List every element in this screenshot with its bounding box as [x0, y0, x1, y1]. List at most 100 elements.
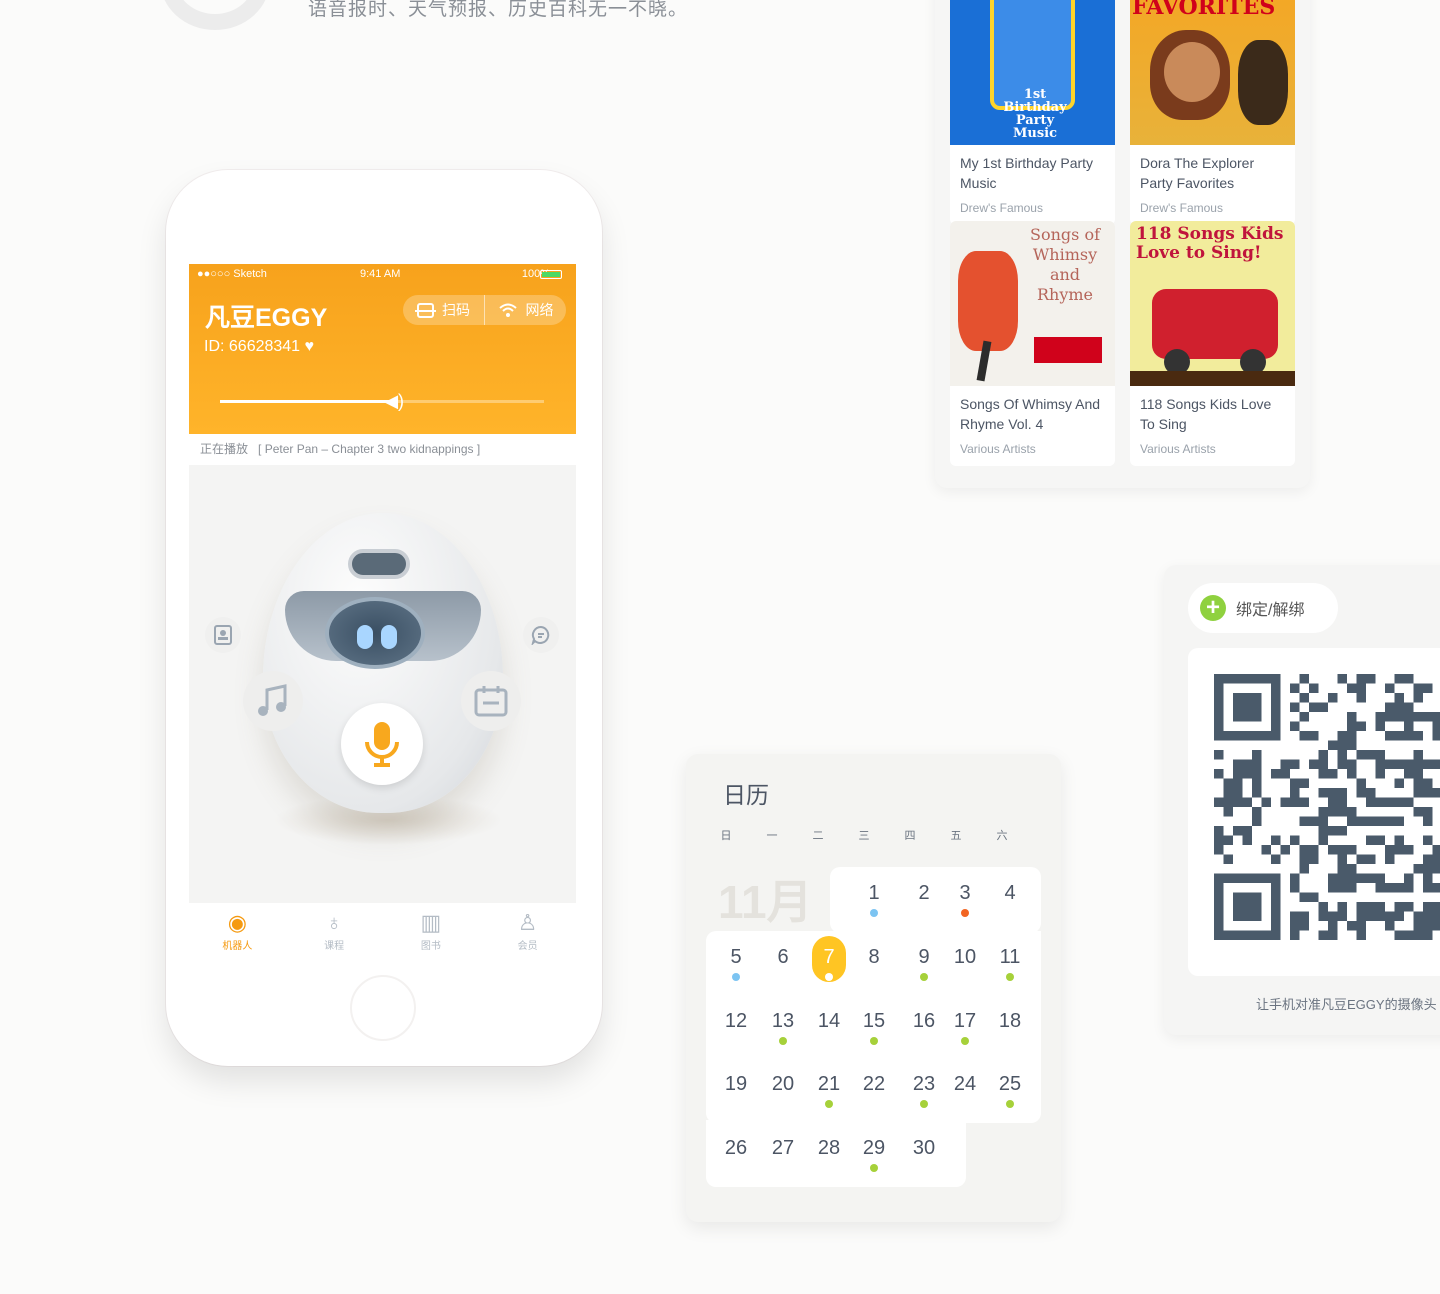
qr-hint: 让手机对准凡豆EGGY的摄像头: [1256, 997, 1437, 1012]
album-card[interactable]: 1st Birthday Party Music My 1st Birthday…: [950, 0, 1115, 225]
qr-module: [1309, 683, 1319, 693]
qr-module: [1290, 930, 1300, 940]
calendar-day[interactable]: 11: [990, 946, 1030, 969]
qr-module: [1356, 674, 1366, 684]
calendar-day[interactable]: 3: [945, 882, 985, 905]
calendar-day[interactable]: 4: [990, 882, 1030, 905]
qr-module: [1385, 712, 1395, 722]
qr-module: [1299, 712, 1309, 722]
qr-module: [1413, 930, 1423, 940]
qr-module: [1366, 902, 1376, 912]
chat-button[interactable]: [523, 617, 559, 653]
qr-module: [1375, 835, 1385, 845]
calendar-day[interactable]: 1: [854, 882, 894, 905]
calendar-day[interactable]: 14: [809, 1010, 849, 1033]
volume-icon[interactable]: ◀): [384, 390, 406, 412]
album-card[interactable]: FAVORITES Dora The Explorer Party Favori…: [1130, 0, 1295, 225]
calendar-day[interactable]: 10: [945, 946, 985, 969]
contacts-button[interactable]: [205, 617, 241, 653]
qr-module: [1432, 902, 1440, 912]
device-id[interactable]: ID: 66628341 ♥: [204, 338, 314, 356]
event-dot: [870, 1164, 878, 1172]
calendar-day[interactable]: 19: [716, 1073, 756, 1096]
qr-module: [1252, 769, 1262, 779]
event-dot: [825, 1100, 833, 1108]
calendar-day[interactable]: 26: [716, 1137, 756, 1160]
volume-slider[interactable]: ◀): [220, 391, 544, 411]
bind-button[interactable]: + 绑定/解绑: [1188, 583, 1338, 633]
qr-module: [1290, 759, 1300, 769]
calendar-day[interactable]: 25: [990, 1073, 1030, 1096]
qr-module: [1356, 721, 1366, 731]
album-card[interactable]: 118 Songs Kids Love to Sing! 118 Songs K…: [1130, 221, 1295, 466]
qr-module: [1356, 902, 1366, 912]
calendar-day[interactable]: 17: [945, 1010, 985, 1033]
calendar-button[interactable]: [461, 671, 521, 731]
qr-module: [1394, 693, 1404, 703]
now-playing-track: [ Peter Pan – Chapter 3 two kidnappings …: [258, 442, 481, 456]
bind-label: 绑定/解绑: [1236, 602, 1305, 619]
qr-module: [1233, 759, 1243, 769]
calendar-day[interactable]: 18: [990, 1010, 1030, 1033]
calendar-day[interactable]: 21: [809, 1073, 849, 1096]
tab-robot[interactable]: ◉ 机器人: [189, 903, 286, 964]
calendar-day[interactable]: 13: [763, 1010, 803, 1033]
qr-module: [1413, 788, 1423, 798]
music-button[interactable]: [243, 671, 303, 731]
calendar-day[interactable]: 2: [904, 882, 944, 905]
qr-module: [1394, 883, 1404, 893]
calendar-day[interactable]: 7: [809, 946, 849, 969]
calendar-day[interactable]: 6: [763, 946, 803, 969]
calendar-day[interactable]: 8: [854, 946, 894, 969]
calendar-day[interactable]: 9: [904, 946, 944, 969]
calendar-day[interactable]: 24: [945, 1073, 985, 1096]
qr-module: [1223, 835, 1233, 845]
tab-courses[interactable]: ♁ 课程: [286, 903, 383, 964]
now-playing-bar[interactable]: 正在播放 [ Peter Pan – Chapter 3 two kidnapp…: [189, 434, 576, 464]
qr-module: [1394, 702, 1404, 712]
qr-module: [1356, 911, 1366, 921]
qr-module: [1328, 826, 1338, 836]
album-title: Dora The Explorer Party Favorites: [1140, 155, 1255, 191]
calendar-day[interactable]: 5: [716, 946, 756, 969]
calendar-day[interactable]: 20: [763, 1073, 803, 1096]
qr-module: [1404, 702, 1414, 712]
qr-module: [1423, 788, 1433, 798]
tab-member[interactable]: ♙ 会员: [479, 903, 576, 964]
qr-module: [1413, 921, 1423, 931]
album-panel: 1st Birthday Party Music My 1st Birthday…: [935, 0, 1310, 488]
qr-module: [1252, 816, 1262, 826]
calendar-day[interactable]: 27: [763, 1137, 803, 1160]
qr-module: [1423, 854, 1433, 864]
carrier-label: ●●○○○ Sketch: [197, 268, 267, 280]
qr-module: [1375, 721, 1385, 731]
album-card[interactable]: Songs of Whimsy and Rhyme Songs Of Whims…: [950, 221, 1115, 466]
qr-module: [1394, 902, 1404, 912]
calendar-day[interactable]: 15: [854, 1010, 894, 1033]
qr-module: [1290, 873, 1300, 883]
qr-module: [1337, 750, 1347, 760]
calendar-day[interactable]: 22: [854, 1073, 894, 1096]
qr-module: [1309, 759, 1319, 769]
qr-module: [1404, 759, 1414, 769]
tab-books[interactable]: ▥ 图书: [383, 903, 480, 964]
scan-button[interactable]: 扫码: [403, 295, 484, 325]
album-artist: Various Artists: [1140, 442, 1216, 456]
network-button[interactable]: 网络: [485, 295, 566, 325]
header-actions: 扫码 网络: [403, 295, 566, 325]
qr-module: [1261, 797, 1271, 807]
qr-module: [1242, 797, 1252, 807]
qr-module: [1252, 807, 1262, 817]
qr-module: [1375, 759, 1385, 769]
qr-module: [1394, 731, 1404, 741]
home-button[interactable]: [350, 975, 416, 1041]
qr-module: [1328, 845, 1338, 855]
qr-module: [1432, 731, 1440, 741]
calendar-day[interactable]: 16: [904, 1010, 944, 1033]
calendar-day[interactable]: 28: [809, 1137, 849, 1160]
calendar-day[interactable]: 29: [854, 1137, 894, 1160]
calendar-day[interactable]: 12: [716, 1010, 756, 1033]
calendar-day[interactable]: 30: [904, 1137, 944, 1160]
calendar-day[interactable]: 23: [904, 1073, 944, 1096]
voice-button[interactable]: [341, 703, 423, 785]
